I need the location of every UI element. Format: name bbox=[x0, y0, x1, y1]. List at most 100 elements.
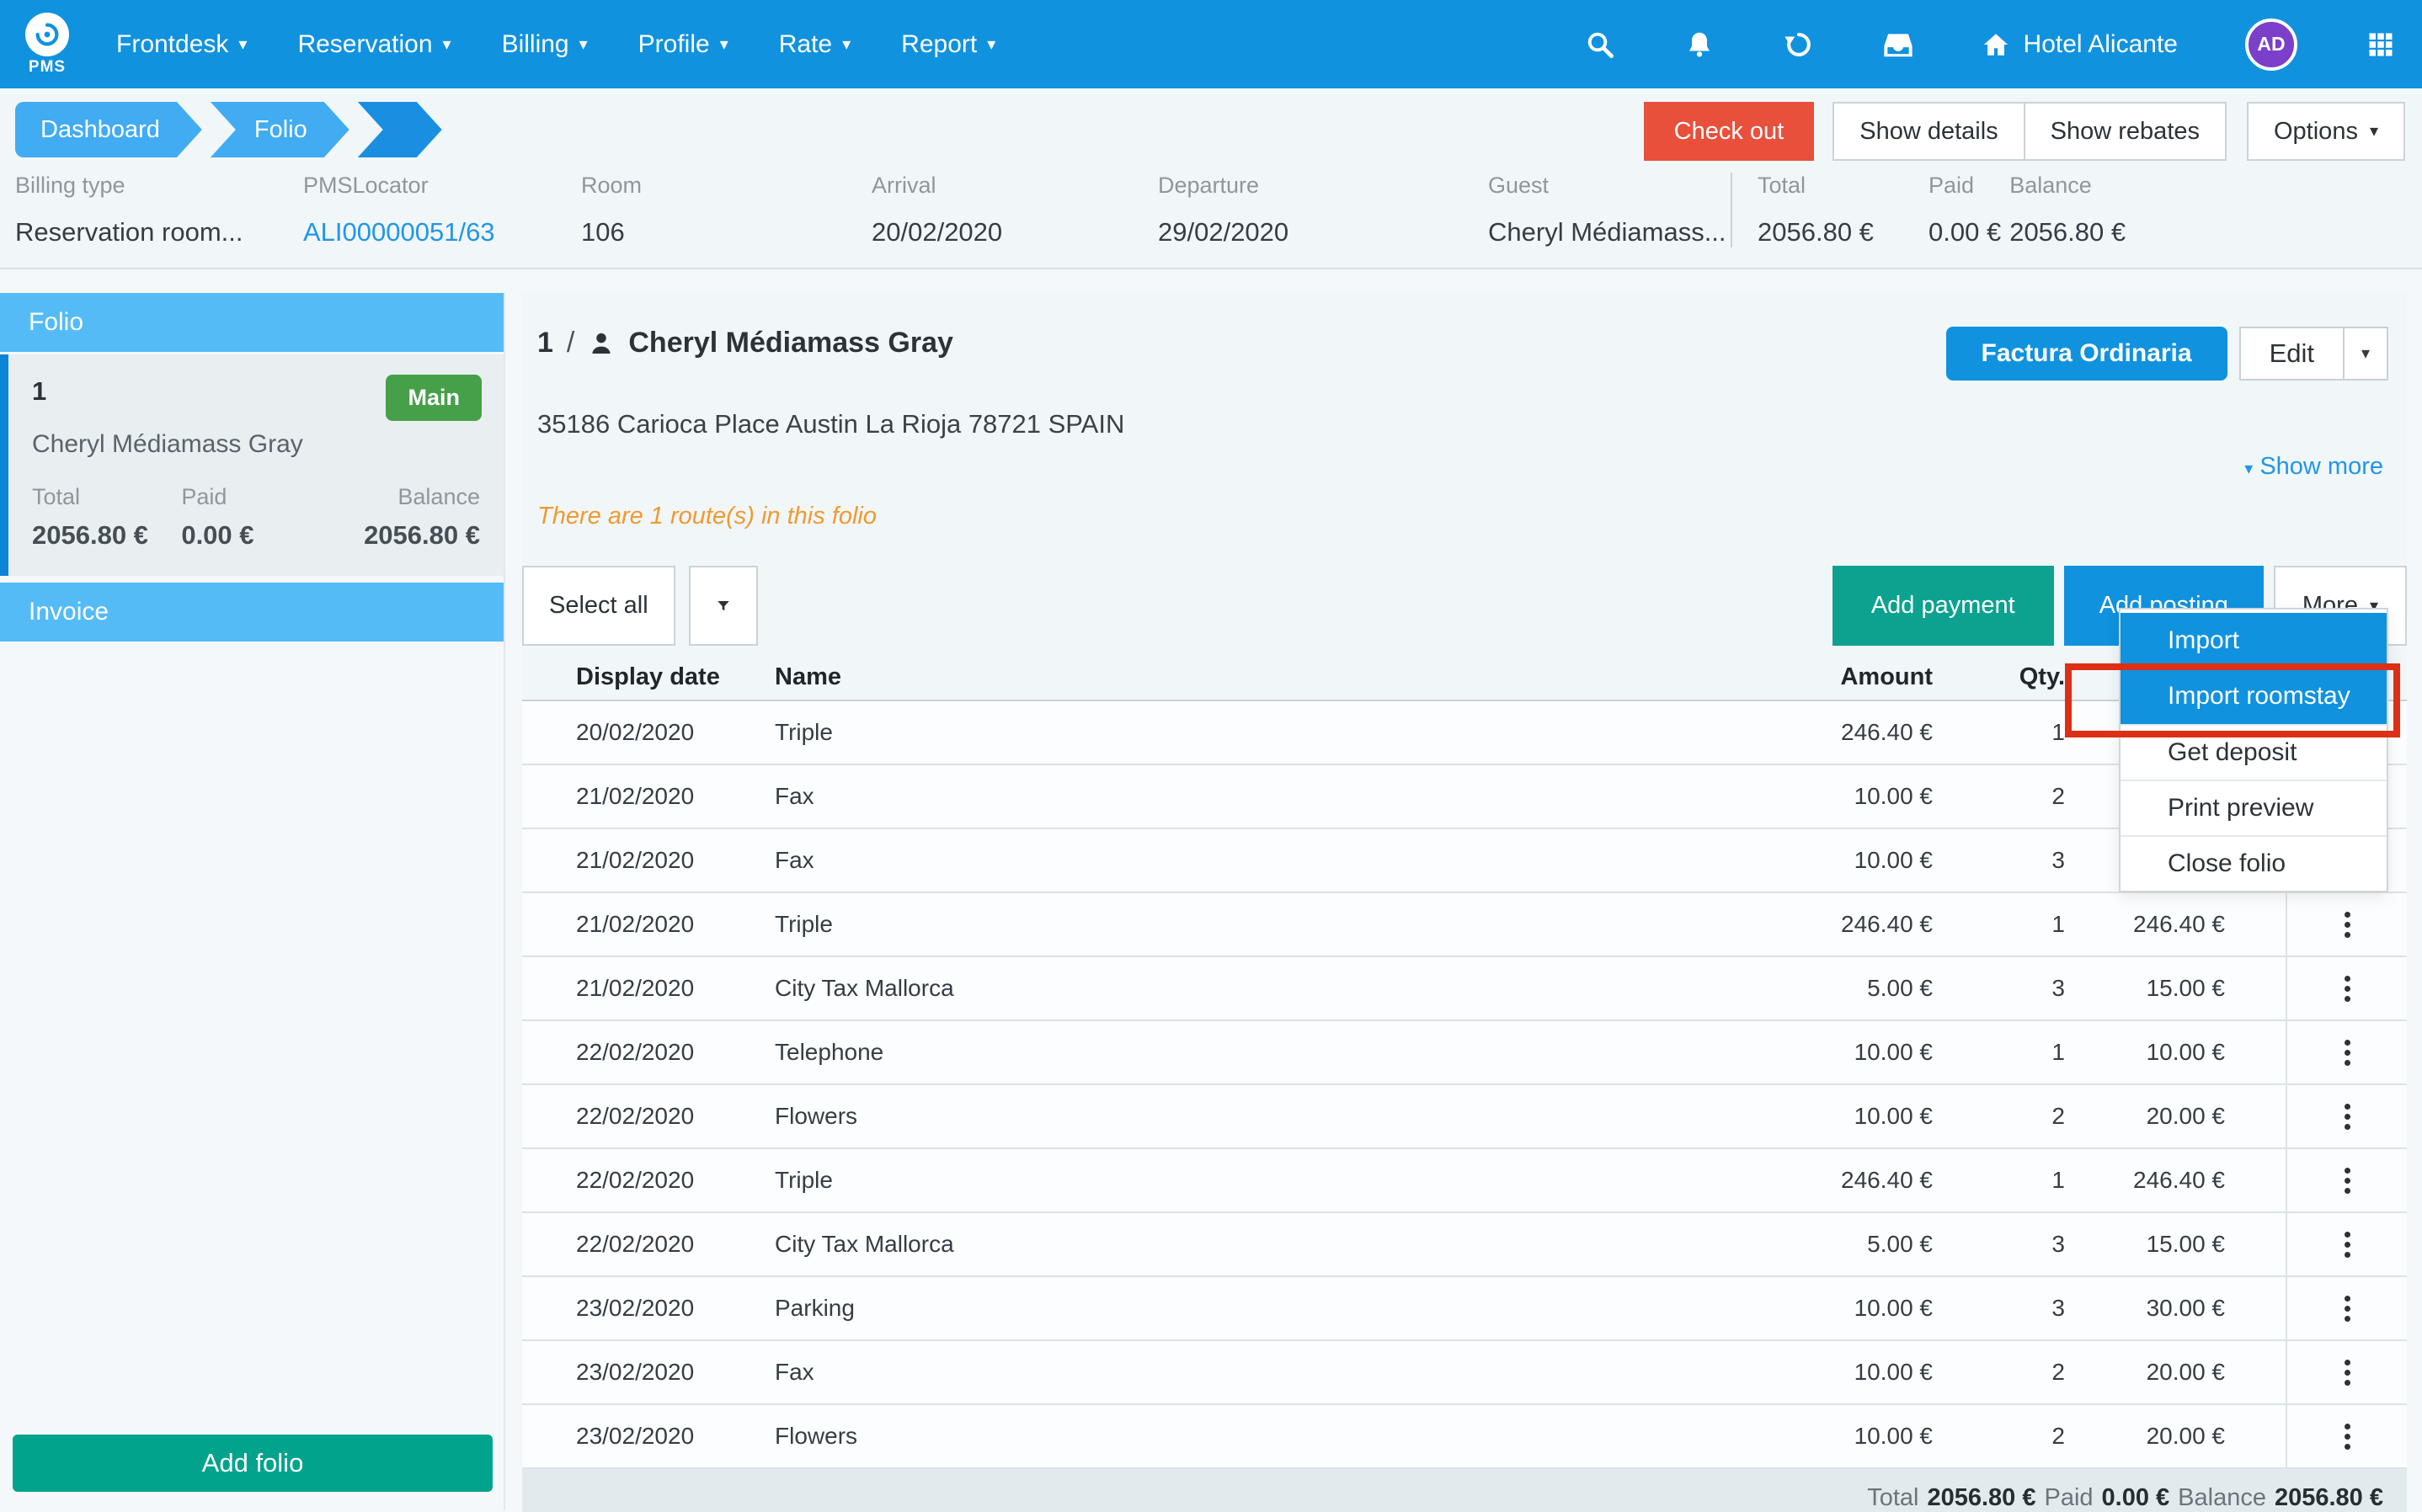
select-all-button[interactable]: Select all bbox=[522, 566, 675, 646]
row-menu-icon[interactable] bbox=[2338, 1225, 2357, 1264]
cell-display-date: 22/02/2020 bbox=[522, 1103, 775, 1130]
search-icon[interactable] bbox=[1584, 29, 1616, 61]
table-row: 21/02/2020 City Tax Mallorca 5.00 € 3 15… bbox=[522, 957, 2407, 1021]
footer-balance-value: 2056.80 € bbox=[2275, 1484, 2383, 1512]
chevron-down-icon: ▾ bbox=[842, 36, 851, 53]
pms-logo-icon bbox=[25, 13, 69, 56]
row-menu-icon[interactable] bbox=[2338, 969, 2357, 1009]
cell-total: 246.40 € bbox=[2065, 1167, 2225, 1194]
breadcrumb-folio[interactable]: Folio bbox=[211, 102, 349, 157]
chevron-down-icon: ▾ bbox=[238, 36, 247, 53]
cell-qty: 2 bbox=[1933, 1359, 2065, 1386]
edit-button[interactable]: Edit bbox=[2241, 328, 2343, 379]
cell-amount: 246.40 € bbox=[1731, 1167, 1933, 1194]
balance-label: Balance bbox=[331, 484, 480, 510]
inbox-icon[interactable] bbox=[1882, 29, 1914, 61]
row-menu-icon[interactable] bbox=[2338, 1289, 2357, 1328]
add-folio-button[interactable]: Add folio bbox=[13, 1435, 493, 1492]
cell-name: Fax bbox=[775, 1359, 1731, 1386]
cell-name: Triple bbox=[775, 719, 1731, 746]
cell-amount: 10.00 € bbox=[1731, 1103, 1933, 1130]
footer-paid-label: Paid bbox=[2044, 1484, 2093, 1512]
dropdown-menu-item[interactable]: Import roomstay bbox=[2121, 668, 2387, 724]
cell-display-date: 21/02/2020 bbox=[522, 975, 775, 1002]
apps-grid-icon[interactable] bbox=[2365, 29, 2397, 61]
dropdown-menu-item[interactable]: Close folio bbox=[2121, 835, 2387, 891]
app-logo[interactable]: PMS bbox=[25, 13, 69, 77]
cell-name: Flowers bbox=[775, 1423, 1731, 1450]
main-menu: Frontdesk ▾ Reservation ▾ Billing ▾ Prof… bbox=[116, 30, 995, 59]
bell-icon[interactable] bbox=[1683, 29, 1715, 61]
row-menu-icon[interactable] bbox=[2338, 1417, 2357, 1456]
folio-index: 1 bbox=[537, 327, 553, 359]
cell-amount: 10.00 € bbox=[1731, 1295, 1933, 1322]
row-menu-icon[interactable] bbox=[2338, 1033, 2357, 1073]
nav-menu-item[interactable]: Reservation ▾ bbox=[297, 30, 451, 59]
row-menu-icon[interactable] bbox=[2338, 1353, 2357, 1392]
cell-name: Telephone bbox=[775, 1039, 1731, 1066]
home-icon bbox=[1982, 30, 2010, 59]
cell-total: 30.00 € bbox=[2065, 1295, 2225, 1322]
row-menu-icon[interactable] bbox=[2338, 905, 2357, 945]
summary-field: Room 106 bbox=[581, 173, 872, 248]
chevron-down-icon: ▾ bbox=[2370, 123, 2378, 140]
cell-amount: 10.00 € bbox=[1731, 783, 1933, 810]
person-icon bbox=[588, 330, 615, 357]
dropdown-menu-item[interactable]: Import bbox=[2121, 613, 2387, 668]
chevron-down-icon: ▾ bbox=[987, 36, 995, 53]
cell-qty: 2 bbox=[1933, 1423, 2065, 1450]
footer-paid-value: 0.00 € bbox=[2102, 1484, 2170, 1512]
cell-amount: 10.00 € bbox=[1731, 1359, 1933, 1386]
chevron-down-icon: ▾ bbox=[579, 36, 588, 53]
cell-total: 20.00 € bbox=[2065, 1359, 2225, 1386]
nav-menu-item[interactable]: Profile ▾ bbox=[638, 30, 728, 59]
cell-name: Parking bbox=[775, 1295, 1731, 1322]
nav-menu-item[interactable]: Billing ▾ bbox=[502, 30, 588, 59]
user-avatar[interactable]: AD bbox=[2245, 19, 2297, 71]
show-details-button[interactable]: Show details bbox=[1833, 102, 2025, 161]
table-row: 22/02/2020 Telephone 10.00 € 1 10.00 € bbox=[522, 1021, 2407, 1085]
options-button[interactable]: Options ▾ bbox=[2247, 102, 2405, 161]
cell-name: Fax bbox=[775, 783, 1731, 810]
nav-menu-item[interactable]: Report ▾ bbox=[901, 30, 995, 59]
footer-total-value: 2056.80 € bbox=[1927, 1484, 2035, 1512]
cell-display-date: 22/02/2020 bbox=[522, 1231, 775, 1258]
cell-total: 10.00 € bbox=[2065, 1039, 2225, 1066]
table-row: 22/02/2020 Triple 246.40 € 1 246.40 € bbox=[522, 1149, 2407, 1213]
cell-name: City Tax Mallorca bbox=[775, 975, 1731, 1002]
table-row: 23/02/2020 Flowers 10.00 € 2 20.00 € bbox=[522, 1405, 2407, 1469]
show-rebates-button[interactable]: Show rebates bbox=[2025, 102, 2227, 161]
factura-ordinaria-button[interactable]: Factura Ordinaria bbox=[1946, 327, 2227, 381]
nav-menu-item[interactable]: Rate ▾ bbox=[779, 30, 851, 59]
nav-menu-item[interactable]: Frontdesk ▾ bbox=[116, 30, 247, 59]
property-selector[interactable]: Hotel Alicante bbox=[1982, 30, 2178, 59]
cell-amount: 10.00 € bbox=[1731, 1423, 1933, 1450]
table-row: 22/02/2020 City Tax Mallorca 5.00 € 3 15… bbox=[522, 1213, 2407, 1277]
dropdown-menu-item[interactable]: Get deposit bbox=[2121, 724, 2387, 780]
brand-label: PMS bbox=[29, 58, 66, 77]
cell-amount: 10.00 € bbox=[1731, 847, 1933, 874]
breadcrumb-dashboard[interactable]: Dashboard bbox=[15, 102, 202, 157]
dropdown-menu-item[interactable]: Print preview bbox=[2121, 780, 2387, 835]
row-menu-icon[interactable] bbox=[2338, 1097, 2357, 1137]
col-qty: Qty. bbox=[1933, 663, 2065, 691]
add-payment-button[interactable]: Add payment bbox=[1833, 566, 2054, 646]
history-icon[interactable] bbox=[1783, 29, 1815, 61]
chevron-down-icon: ▾ bbox=[443, 36, 451, 53]
row-menu-icon[interactable] bbox=[2338, 1161, 2357, 1201]
filter-button[interactable] bbox=[689, 566, 758, 646]
edit-dropdown-toggle[interactable]: ▾ bbox=[2343, 328, 2387, 379]
col-amount: Amount bbox=[1731, 663, 1933, 691]
show-more-link[interactable]: ▾ Show more bbox=[537, 453, 2388, 481]
chevron-down-icon: ▾ bbox=[720, 36, 728, 53]
cell-display-date: 22/02/2020 bbox=[522, 1167, 775, 1194]
folio-card[interactable]: 1 Main Cheryl Médiamass Gray Total 2056.… bbox=[0, 354, 504, 576]
cell-total: 15.00 € bbox=[2065, 1231, 2225, 1258]
summary-field: Balance 2056.80 € bbox=[2009, 173, 2134, 248]
summary-field: Billing type Reservation room... bbox=[15, 173, 303, 248]
check-out-button[interactable]: Check out bbox=[1644, 102, 1815, 161]
table-row: 23/02/2020 Fax 10.00 € 2 20.00 € bbox=[522, 1341, 2407, 1405]
cell-display-date: 23/02/2020 bbox=[522, 1359, 775, 1386]
balance-value: 2056.80 € bbox=[331, 520, 480, 551]
paid-label: Paid bbox=[181, 484, 330, 510]
